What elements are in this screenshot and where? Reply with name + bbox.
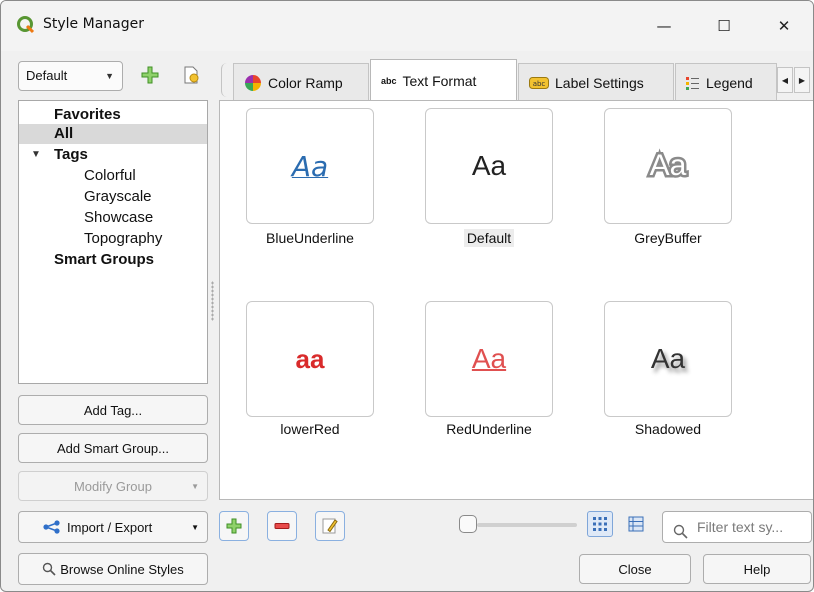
- browse-online-label: Browse Online Styles: [60, 561, 184, 577]
- tree-item-all[interactable]: All: [19, 124, 207, 144]
- minimize-button[interactable]: —: [641, 9, 687, 43]
- qgis-logo-icon: [17, 16, 35, 34]
- style-database-combo[interactable]: Default ▼: [18, 61, 123, 91]
- tile-label: Shadowed: [634, 421, 702, 437]
- tile-preview: aa: [295, 343, 325, 374]
- modify-group-label: Modify Group: [73, 478, 153, 494]
- tab-legend-label: Legend: [706, 74, 753, 91]
- grid-view-icon: [593, 517, 607, 531]
- svg-text:abc: abc: [533, 80, 546, 88]
- tab-color-ramp[interactable]: Color Ramp: [233, 63, 369, 101]
- new-style-database-icon[interactable]: [180, 64, 202, 86]
- splitter-handle[interactable]: [211, 281, 214, 321]
- tab-scroll-left-button[interactable]: ◀: [777, 67, 793, 93]
- tree-item-favorites[interactable]: Favorites: [19, 105, 207, 125]
- style-type-tabs: Color Ramp abc Text Format abc Label Set…: [219, 59, 813, 101]
- tab-overflow-edge: [221, 63, 231, 97]
- search-icon: [42, 562, 56, 576]
- title-bar: Style Manager — ☐ ✕: [1, 1, 813, 51]
- style-tile-blueunderline[interactable]: Aa: [246, 108, 374, 224]
- filter-search-input[interactable]: Filter text sy...: [662, 511, 812, 543]
- help-button[interactable]: Help: [703, 554, 811, 584]
- tile-preview: Aa: [471, 343, 507, 374]
- style-list-view: Aa BlueUnderline Aa Default Aa GreyBuffe…: [219, 100, 813, 500]
- icon-view-button[interactable]: [587, 511, 613, 537]
- tree-item-smart-groups[interactable]: Smart Groups: [19, 250, 207, 270]
- modify-group-button: Modify Group ▼: [18, 471, 208, 501]
- tab-label-settings-label: Label Settings: [555, 74, 644, 91]
- remove-item-button[interactable]: [267, 511, 297, 541]
- tree-item-tags[interactable]: ▼ Tags: [19, 145, 207, 165]
- color-wheel-icon: [244, 74, 262, 92]
- tile-preview: Aa: [471, 150, 507, 181]
- tile-preview: Aa: [291, 149, 329, 183]
- tree-item-grayscale[interactable]: Grayscale: [19, 187, 207, 207]
- tab-color-ramp-label: Color Ramp: [268, 74, 343, 91]
- add-style-database-icon[interactable]: [139, 64, 161, 86]
- abc-icon: abc: [381, 75, 397, 86]
- tab-text-format[interactable]: abc Text Format: [370, 59, 517, 101]
- tab-legend[interactable]: Legend: [675, 63, 777, 101]
- icon-size-slider-handle[interactable]: [459, 515, 477, 533]
- edit-item-button[interactable]: [315, 511, 345, 541]
- add-item-button[interactable]: [219, 511, 249, 541]
- close-button[interactable]: Close: [579, 554, 691, 584]
- window-title: Style Manager: [43, 16, 144, 32]
- tree-item-colorful[interactable]: Colorful: [19, 166, 207, 186]
- chevron-down-icon: ▼: [105, 71, 114, 81]
- style-tile-redunderline[interactable]: Aa: [425, 301, 553, 417]
- style-tile-default[interactable]: Aa: [425, 108, 553, 224]
- search-icon: [673, 519, 688, 542]
- minus-icon: [274, 523, 290, 529]
- tile-label: GreyBuffer: [634, 230, 702, 246]
- group-tree: Favorites All ▼ Tags Colorful Grayscale S…: [18, 100, 208, 384]
- plus-icon: [226, 518, 242, 534]
- chevron-down-icon: ▼: [191, 522, 199, 532]
- chevron-down-icon: ▼: [191, 481, 199, 491]
- tab-text-format-label: Text Format: [402, 72, 477, 89]
- style-manager-window: Style Manager — ☐ ✕ Default ▼ Favorites …: [0, 0, 814, 592]
- list-view-button[interactable]: [623, 511, 649, 537]
- import-export-label: Import / Export: [67, 519, 153, 535]
- tile-preview: Aa: [647, 147, 689, 185]
- list-view-icon: [628, 516, 644, 532]
- filter-placeholder: Filter text sy...: [697, 519, 784, 535]
- maximize-button[interactable]: ☐: [701, 9, 747, 43]
- tree-item-topography[interactable]: Topography: [19, 229, 207, 249]
- icon-size-slider-track[interactable]: [477, 523, 577, 527]
- pencil-icon: [322, 518, 338, 534]
- combo-value: Default: [26, 68, 68, 83]
- add-smart-group-button[interactable]: Add Smart Group...: [18, 433, 208, 463]
- add-tag-button[interactable]: Add Tag...: [18, 395, 208, 425]
- legend-icon: [686, 76, 700, 90]
- share-icon: [43, 520, 61, 534]
- tab-scroll-right-button[interactable]: ▶: [794, 67, 810, 93]
- label-abc-icon: abc: [529, 76, 549, 89]
- tile-preview: Aa: [650, 343, 686, 374]
- close-window-button[interactable]: ✕: [761, 9, 807, 43]
- import-export-button[interactable]: Import / Export ▼: [18, 511, 208, 543]
- tab-label-settings[interactable]: abc Label Settings: [518, 63, 674, 101]
- style-tile-shadowed[interactable]: Aa: [604, 301, 732, 417]
- tile-label: Default: [409, 229, 569, 247]
- expand-arrow-icon[interactable]: ▼: [31, 145, 41, 165]
- style-tile-lowerred[interactable]: aa: [246, 301, 374, 417]
- browse-online-styles-button[interactable]: Browse Online Styles: [18, 553, 208, 585]
- style-tile-greybuffer[interactable]: Aa: [604, 108, 732, 224]
- tile-label: BlueUnderline: [266, 230, 354, 246]
- tree-item-showcase[interactable]: Showcase: [19, 208, 207, 228]
- tile-label: lowerRed: [280, 421, 340, 437]
- tile-label: RedUnderline: [446, 421, 532, 437]
